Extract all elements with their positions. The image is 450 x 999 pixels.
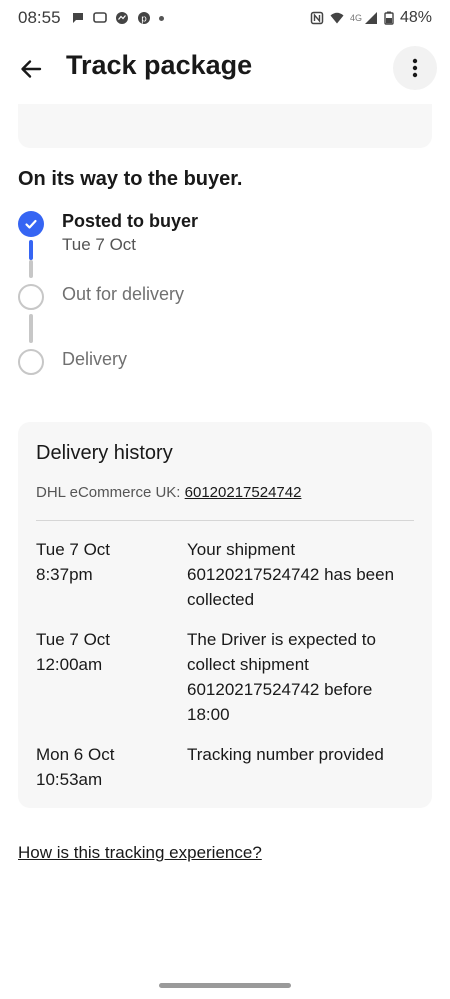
- nfc-icon: [310, 11, 324, 25]
- event-description: Your shipment 60120217524742 has been co…: [187, 540, 395, 609]
- step-out-for-delivery-label: Out for delivery: [62, 284, 185, 304]
- history-event: Tue 7 Oct 8:37pm Your shipment 601202175…: [36, 537, 416, 617]
- more-notifications-dot: [158, 15, 164, 21]
- messages-icon: [92, 12, 107, 23]
- more-options-button[interactable]: [393, 46, 437, 90]
- delivery-history-title: Delivery history: [36, 442, 173, 464]
- event-datetime: Tue 7 Oct 8:37pm: [36, 537, 176, 587]
- arrow-left-icon: [21, 60, 42, 78]
- step-connector-line: [29, 260, 33, 278]
- app-bar: Track package: [0, 36, 450, 102]
- event-description: The Driver is expected to collect shipme…: [187, 630, 376, 724]
- system-icons: 4G 48%: [310, 9, 432, 27]
- back-button[interactable]: [14, 52, 48, 86]
- event-datetime: Mon 6 Oct 10:53am: [36, 742, 176, 792]
- home-indicator[interactable]: [159, 983, 291, 988]
- network-type: 4G: [349, 13, 362, 23]
- step-progress-line: [29, 240, 33, 260]
- event-time: 12:00am: [36, 655, 103, 674]
- battery-level: 48%: [399, 9, 432, 26]
- scrolled-card: [18, 104, 432, 148]
- history-event: Tue 7 Oct 12:00am The Driver is expected…: [36, 627, 416, 732]
- event-time: 8:37pm: [36, 565, 93, 584]
- event-datetime: Tue 7 Oct 12:00am: [36, 627, 176, 677]
- event-time: 10:53am: [36, 770, 103, 789]
- event-description: Tracking number provided: [187, 745, 384, 764]
- wifi-icon: [330, 12, 344, 24]
- step-posted-label: Posted to buyer: [62, 211, 199, 231]
- more-vertical-icon: [412, 58, 418, 78]
- step-pending-icon: [18, 284, 44, 310]
- tracking-feedback-link[interactable]: How is this tracking experience?: [18, 843, 262, 863]
- messenger-icon: [115, 12, 128, 24]
- step-complete-icon: [18, 211, 44, 237]
- shipment-status-heading: On its way to the buyer.: [18, 168, 243, 190]
- step-connector-line: [29, 314, 33, 343]
- carrier-info: DHL eCommerce UK: 60120217524742: [36, 484, 301, 501]
- divider: [36, 520, 414, 521]
- step-delivery-label: Delivery: [62, 349, 128, 369]
- svg-text:p: p: [141, 15, 147, 25]
- chat-bubble-icon: [72, 13, 83, 23]
- status-bar: 08:55 p 4G 48%: [0, 0, 450, 36]
- pinterest-icon: p: [137, 12, 150, 25]
- checkmark-icon: [25, 219, 37, 229]
- step-pending-icon: [18, 349, 44, 375]
- step-posted-date: Tue 7 Oct: [62, 235, 137, 254]
- notification-icons: p: [71, 11, 164, 25]
- delivery-history-card: Delivery history DHL eCommerce UK: 60120…: [18, 422, 432, 808]
- carrier-label: DHL eCommerce UK:: [36, 484, 181, 501]
- page-title: Track package: [66, 50, 253, 80]
- history-event: Mon 6 Oct 10:53am Tracking number provid…: [36, 742, 416, 797]
- event-date: Tue 7 Oct: [36, 630, 111, 649]
- tracking-number-link[interactable]: 60120217524742: [185, 484, 302, 501]
- signal-icon: [364, 12, 377, 24]
- battery-icon: [384, 11, 394, 25]
- event-date: Tue 7 Oct: [36, 540, 111, 559]
- event-date: Mon 6 Oct: [36, 745, 115, 764]
- status-time: 08:55: [18, 8, 61, 27]
